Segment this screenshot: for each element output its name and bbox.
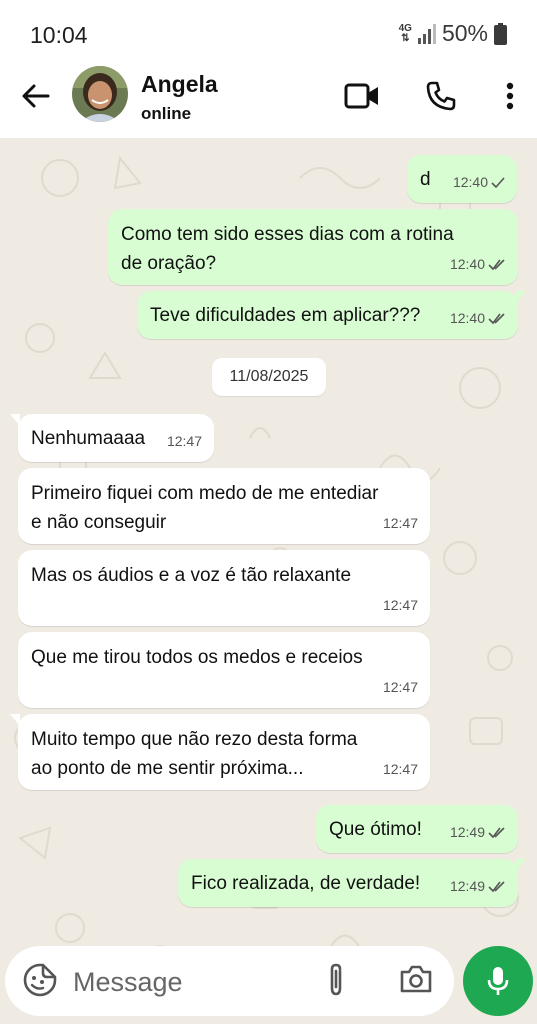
message-incoming[interactable]: Que me tirou todos os medos e receios 12… bbox=[18, 632, 430, 708]
message-time: 12:47 bbox=[382, 679, 418, 695]
message-text: Primeiro fiquei com medo de me entediar bbox=[31, 483, 379, 504]
back-button[interactable] bbox=[18, 78, 54, 114]
contact-name[interactable]: Angela bbox=[141, 71, 218, 98]
video-call-button[interactable] bbox=[342, 76, 382, 116]
message-text: Fico realizada, de verdade! bbox=[191, 873, 421, 894]
message-text: e não conseguir bbox=[31, 512, 167, 533]
message-meta: 12:47 bbox=[383, 591, 418, 620]
attach-button[interactable] bbox=[325, 962, 347, 1003]
contact-status: online bbox=[141, 104, 192, 123]
paperclip-icon bbox=[330, 963, 342, 996]
message-meta: 12:49 bbox=[450, 818, 506, 847]
status-bar: 10:04 4G ⇅ 50% bbox=[0, 0, 537, 62]
phone-icon bbox=[426, 81, 456, 111]
double-check-icon bbox=[488, 312, 505, 324]
message-text: de oração? bbox=[121, 253, 217, 274]
message-time: 12:47 bbox=[382, 761, 418, 777]
message-time: 12:40 bbox=[449, 310, 485, 326]
message-time: 12:40 bbox=[449, 256, 485, 272]
message-text: ao ponto de me sentir próxima... bbox=[31, 758, 304, 779]
bubble-tail bbox=[10, 414, 20, 426]
message-text: d bbox=[420, 169, 431, 190]
microphone-icon bbox=[487, 967, 509, 995]
bubble-tail bbox=[10, 714, 20, 726]
message-meta: 12:47 bbox=[383, 755, 418, 784]
message-time: 12:49 bbox=[449, 878, 485, 894]
message-time: 12:47 bbox=[382, 597, 418, 613]
emoji-button[interactable] bbox=[23, 963, 57, 1002]
message-outgoing[interactable]: Como tem sido esses dias com a rotina de… bbox=[108, 209, 518, 285]
sticker-smiley-icon bbox=[23, 963, 57, 997]
signal-icon bbox=[417, 23, 436, 44]
message-outgoing[interactable]: d 12:40 bbox=[407, 155, 517, 203]
message-text: Mas os áudios e a voz é tão relaxante bbox=[31, 565, 352, 586]
message-time: 12:47 bbox=[166, 433, 202, 449]
status-icons: 4G ⇅ 50% bbox=[399, 20, 507, 47]
message-time: 12:40 bbox=[452, 174, 488, 190]
message-meta: 12:49 bbox=[450, 872, 506, 901]
message-meta: 12:40 bbox=[450, 304, 506, 333]
message-meta: 12:47 bbox=[383, 673, 418, 702]
message-meta: 12:47 bbox=[383, 509, 418, 538]
bubble-tail bbox=[516, 859, 526, 871]
arrow-left-icon bbox=[22, 84, 50, 108]
message-incoming[interactable]: Primeiro fiquei com medo de me entediar … bbox=[18, 468, 430, 544]
date-separator: 11/08/2025 bbox=[212, 358, 326, 396]
message-incoming[interactable]: Muito tempo que não rezo desta forma ao … bbox=[10, 714, 430, 790]
message-text: Teve dificuldades em aplicar??? bbox=[150, 305, 421, 326]
more-options-button[interactable] bbox=[490, 76, 530, 116]
battery-icon bbox=[494, 22, 507, 45]
message-outgoing[interactable]: Teve dificuldades em aplicar??? 12:40 bbox=[137, 291, 526, 339]
bubble-tail bbox=[516, 291, 526, 303]
data-arrows-icon: ⇅ bbox=[401, 32, 410, 44]
message-text: Como tem sido esses dias com a rotina bbox=[121, 224, 454, 245]
camera-button[interactable] bbox=[399, 964, 433, 999]
message-incoming[interactable]: Mas os áudios e a voz é tão relaxante 12… bbox=[18, 550, 430, 626]
message-text: Que ótimo! bbox=[329, 819, 422, 840]
message-text: Muito tempo que não rezo desta forma bbox=[31, 729, 358, 750]
chat-header: Angela online bbox=[0, 62, 537, 138]
camera-icon bbox=[400, 965, 432, 993]
message-meta: 12:40 bbox=[450, 250, 506, 279]
battery-percent: 50% bbox=[441, 20, 488, 46]
video-camera-icon bbox=[344, 83, 378, 109]
contact-photo bbox=[72, 66, 128, 122]
voice-record-button[interactable] bbox=[463, 946, 533, 1016]
more-vertical-icon bbox=[506, 82, 514, 110]
message-text: Que me tirou todos os medos e receios bbox=[31, 647, 363, 668]
message-time: 12:47 bbox=[382, 515, 418, 531]
double-check-icon bbox=[488, 258, 505, 270]
message-time: 12:49 bbox=[449, 824, 485, 840]
double-check-icon bbox=[488, 880, 505, 892]
status-time: 10:04 bbox=[30, 22, 88, 48]
message-meta: 12:47 bbox=[167, 427, 202, 456]
message-meta: 12:40 bbox=[453, 168, 505, 197]
message-outgoing[interactable]: Que ótimo! 12:49 bbox=[316, 805, 518, 853]
message-text: Nenhumaaaa bbox=[31, 428, 146, 449]
voice-call-button[interactable] bbox=[421, 76, 461, 116]
avatar[interactable] bbox=[72, 66, 128, 122]
single-check-icon bbox=[491, 176, 505, 188]
message-composer bbox=[5, 946, 454, 1016]
network-indicator: 4G ⇅ bbox=[398, 22, 412, 44]
message-input[interactable] bbox=[71, 956, 305, 1008]
chat-area[interactable]: d 12:40 Como tem sido esses dias com a r… bbox=[0, 138, 537, 1024]
double-check-icon bbox=[488, 826, 505, 838]
network-label: 4G bbox=[398, 22, 412, 34]
message-outgoing[interactable]: Fico realizada, de verdade! 12:49 bbox=[178, 859, 526, 907]
message-incoming[interactable]: Nenhumaaaa 12:47 bbox=[10, 414, 214, 462]
